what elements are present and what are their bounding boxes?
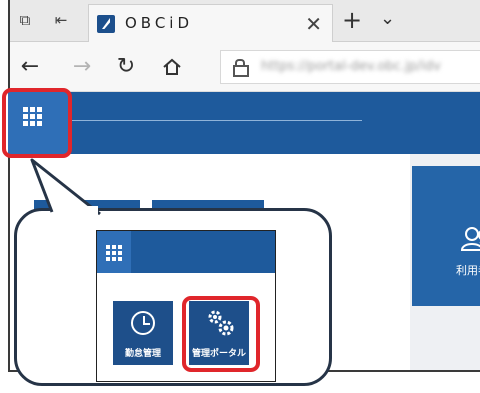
back-arrow-icon[interactable]: ←: [18, 54, 42, 79]
app-header: [10, 92, 480, 154]
obcid-logo-icon: [97, 15, 115, 33]
lock-icon: [233, 59, 249, 77]
attendance-tile[interactable]: 勤怠管理: [113, 301, 173, 365]
users-icon: [460, 227, 480, 251]
attendance-label: 勤怠管理: [124, 349, 161, 359]
close-tab-icon[interactable]: ✕: [305, 12, 322, 36]
header-divider: [72, 120, 362, 121]
url-text: https://portal-dev.obc.jp/idv: [261, 59, 441, 74]
tab-actions-icon[interactable]: ⧉: [16, 11, 34, 29]
portal-highlight: [182, 296, 260, 372]
grid-icon: [106, 245, 122, 261]
forward-arrow-icon[interactable]: →: [70, 54, 94, 79]
url-field[interactable]: https://portal-dev.obc.jp/idv: [220, 50, 480, 84]
users-label: 利用者: [456, 264, 480, 277]
refresh-icon[interactable]: ↻: [114, 54, 138, 79]
home-icon[interactable]: [162, 58, 182, 76]
launcher-highlight: [2, 88, 72, 158]
tab-title: OBCiD: [125, 14, 194, 32]
clock-icon: [131, 311, 155, 335]
new-tab-button[interactable]: +: [342, 6, 362, 34]
chevron-down-icon[interactable]: ⌄: [380, 8, 395, 29]
set-aside-tabs-icon[interactable]: ⇤: [52, 11, 70, 29]
address-bar-row: ← → ↻ https://portal-dev.obc.jp/idv: [10, 42, 480, 92]
tab-obcid[interactable]: OBCiD ✕: [88, 4, 333, 42]
tab-bar: ⧉ ⇤ OBCiD ✕ + ⌄: [10, 0, 480, 42]
inset-launcher-button[interactable]: [97, 231, 131, 273]
